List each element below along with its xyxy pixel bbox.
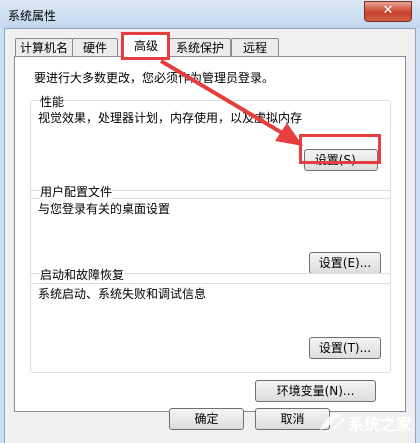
annotation-arrow	[159, 59, 303, 146]
watermark: 系统之家	[316, 402, 418, 440]
watermark-logo-icon	[320, 413, 345, 433]
watermark-text: 系统之家	[348, 415, 413, 434]
environment-variables-button[interactable]: 环境变量(N)...	[255, 380, 376, 402]
dialog-client: 计算机名 硬件 高级 系统保护 远程 要进行大多数更改，您必须作为管理员登录。 …	[4, 28, 416, 443]
startup-recovery-description: 系统启动、系统失败和调试信息	[38, 287, 207, 301]
startup-recovery-settings-button[interactable]: 设置(T)...	[309, 337, 381, 359]
ok-button[interactable]: 确定	[169, 408, 244, 430]
window-title: 系统属性	[8, 9, 57, 23]
startup-recovery-group: 启动和故障恢复 系统启动、系统失败和调试信息 设置(T)...	[30, 266, 391, 373]
user-profiles-settings-button[interactable]: 设置(E)...	[309, 252, 381, 274]
title-bar: 系统属性 ✕	[0, 0, 420, 28]
close-button[interactable]: ✕	[364, 1, 412, 22]
startup-recovery-title: 启动和故障恢复	[40, 266, 125, 283]
